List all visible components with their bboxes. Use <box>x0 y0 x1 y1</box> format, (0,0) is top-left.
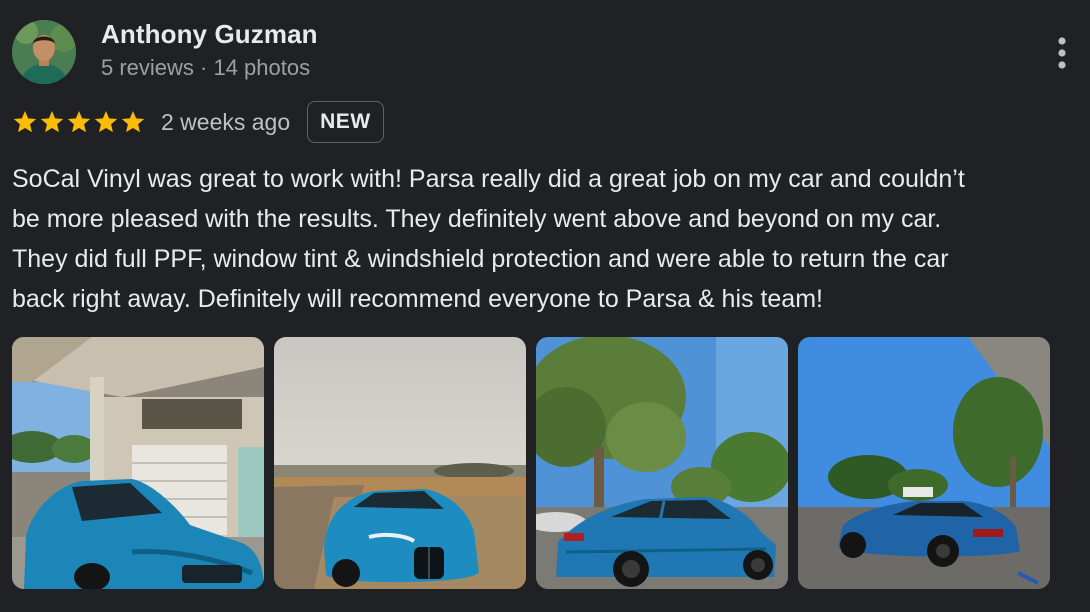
author-name[interactable]: Anthony Guzman <box>101 19 318 50</box>
review-photos <box>12 337 1050 589</box>
photo-car-in-garage[interactable] <box>12 337 264 589</box>
review-text-line: be more pleased with the results. They d… <box>12 205 942 233</box>
star-icon <box>94 110 118 133</box>
review-time: 2 weeks ago <box>161 108 291 135</box>
photo-car-side-trees[interactable] <box>536 337 788 589</box>
review-text-line: They did full PPF, window tint & windshi… <box>12 245 949 273</box>
review-text-line: back right away. Definitely will recomme… <box>12 285 823 313</box>
photo-car-side-trees-image <box>536 337 788 589</box>
review-text-line: SoCal Vinyl was great to work with! Pars… <box>12 165 965 193</box>
photo-car-in-garage-image <box>12 337 264 589</box>
star-icon <box>121 110 145 133</box>
star-icon <box>67 110 91 133</box>
photo-car-front-hill[interactable] <box>274 337 526 589</box>
avatar-image <box>12 20 76 84</box>
avatar[interactable] <box>12 20 76 84</box>
review-text: SoCal Vinyl was great to work with! Pars… <box>12 159 1082 319</box>
new-badge: NEW <box>307 101 384 143</box>
rating-row: 2 weeks ago NEW <box>12 100 384 144</box>
photo-car-rear-parking[interactable] <box>798 337 1050 589</box>
more-options-button[interactable] <box>1046 34 1078 72</box>
star-icon <box>13 110 37 133</box>
star-rating <box>12 109 146 135</box>
photo-car-front-hill-image <box>274 337 526 589</box>
author-meta: 5 reviews · 14 photos <box>101 55 311 80</box>
star-icon <box>40 110 64 133</box>
more-vert-icon <box>1058 37 1066 69</box>
photo-car-rear-parking-image <box>798 337 1050 589</box>
